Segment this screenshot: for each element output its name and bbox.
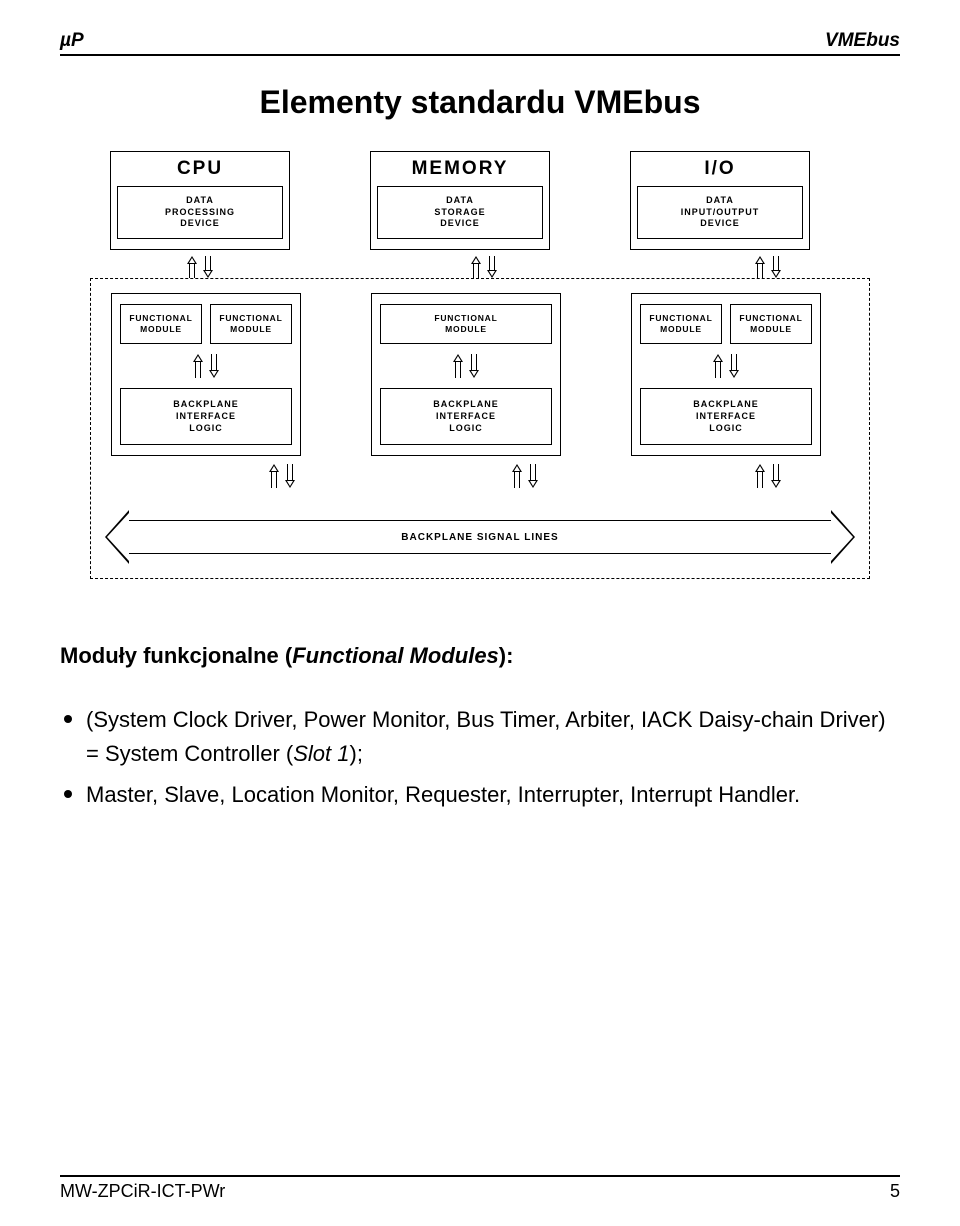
backplane-interface-logic-box: BACKPLANEINTERFACELOGIC (380, 388, 552, 445)
page-footer: MW-ZPCiR-ICT-PWr 5 (60, 1175, 900, 1202)
arrow-bidir-icon (510, 464, 540, 488)
page-header: µP VMEbus (60, 30, 900, 56)
list-item: Master, Slave, Location Monitor, Request… (60, 778, 900, 812)
arrow-bidir-icon (753, 256, 783, 278)
arrow-bidir-icon (753, 464, 783, 488)
backplane-signal-bus: BACKPLANE SIGNAL LINES (105, 510, 855, 564)
footer-page-number: 5 (890, 1181, 900, 1202)
io-device-box: DATAINPUT/OUTPUTDEVICE (637, 186, 803, 239)
cpu-device-box: DATAPROCESSINGDEVICE (117, 186, 283, 239)
memory-device-box: DATASTORAGEDEVICE (377, 186, 543, 239)
io-title: I/O (637, 158, 803, 180)
header-right: VMEbus (825, 30, 900, 52)
arrow-bidir-icon (469, 256, 499, 278)
arrow-bidir-icon (267, 464, 297, 488)
functional-module-box: FUNCTIONALMODULE (380, 304, 552, 344)
io-device-group: I/O DATAINPUT/OUTPUTDEVICE (630, 151, 810, 250)
functional-module-box: FUNCTIONALMODULE (120, 304, 202, 344)
header-left: µP (60, 30, 84, 52)
arrow-bidir-icon (191, 354, 221, 378)
modules-list: (System Clock Driver, Power Monitor, Bus… (60, 703, 900, 811)
card-2: FUNCTIONALMODULE BACKPLANEINTERFACELOGIC (371, 293, 561, 456)
memory-title: MEMORY (377, 158, 543, 180)
footer-left: MW-ZPCiR-ICT-PWr (60, 1181, 225, 1202)
bus-label: BACKPLANE SIGNAL LINES (129, 520, 831, 554)
list-item: (System Clock Driver, Power Monitor, Bus… (60, 703, 900, 771)
card-1: FUNCTIONALMODULE FUNCTIONALMODULE BACKPL… (111, 293, 301, 456)
arrow-bidir-icon (451, 354, 481, 378)
cpu-device-group: CPU DATAPROCESSINGDEVICE (110, 151, 290, 250)
section-subtitle: Moduły funkcjonalne (Functional Modules)… (60, 639, 900, 673)
backplane-region: FUNCTIONALMODULE FUNCTIONALMODULE BACKPL… (90, 278, 870, 579)
card-3: FUNCTIONALMODULE FUNCTIONALMODULE BACKPL… (631, 293, 821, 456)
vmebus-diagram: CPU DATAPROCESSINGDEVICE MEMORY DATASTOR… (90, 151, 870, 579)
memory-device-group: MEMORY DATASTORAGEDEVICE (370, 151, 550, 250)
cpu-title: CPU (117, 158, 283, 180)
arrow-bidir-icon (711, 354, 741, 378)
backplane-interface-logic-box: BACKPLANEINTERFACELOGIC (640, 388, 812, 445)
page-title: Elementy standardu VMEbus (60, 84, 900, 121)
functional-module-box: FUNCTIONALMODULE (210, 304, 292, 344)
functional-module-box: FUNCTIONALMODULE (640, 304, 722, 344)
backplane-interface-logic-box: BACKPLANEINTERFACELOGIC (120, 388, 292, 445)
arrow-bidir-icon (185, 256, 215, 278)
functional-module-box: FUNCTIONALMODULE (730, 304, 812, 344)
